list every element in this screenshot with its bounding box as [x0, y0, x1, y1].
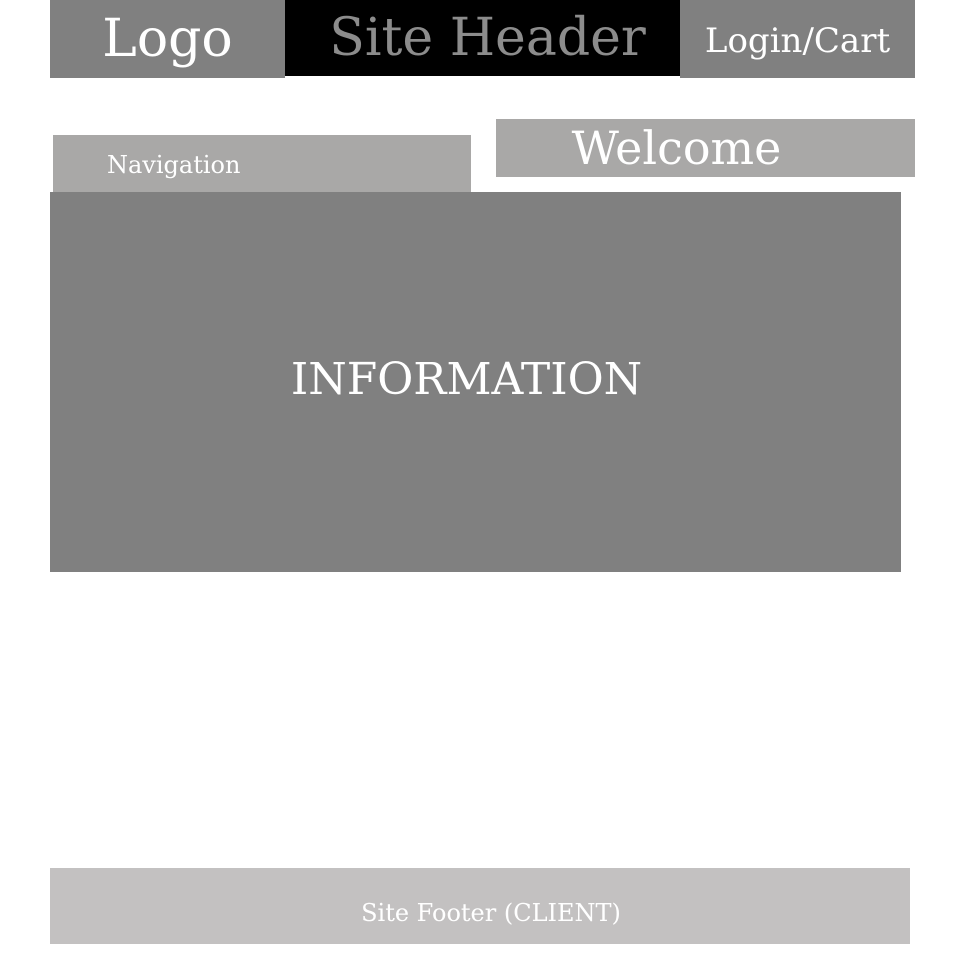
logo[interactable]: Logo	[50, 0, 285, 78]
site-header: Site Header	[285, 0, 680, 76]
login-cart-button[interactable]: Login/Cart	[680, 0, 915, 78]
site-header-title: Site Header	[329, 8, 646, 68]
logo-text: Logo	[102, 9, 233, 69]
footer-label: Site Footer (CLIENT)	[361, 899, 621, 927]
welcome-banner: Welcome	[496, 119, 915, 177]
site-footer: Site Footer (CLIENT)	[50, 868, 910, 944]
navigation-label: Navigation	[107, 151, 241, 179]
information-label: INFORMATION	[290, 353, 643, 405]
information-panel: INFORMATION	[50, 192, 901, 572]
login-cart-label: Login/Cart	[704, 21, 891, 61]
welcome-label: Welcome	[571, 121, 782, 175]
navigation-bar[interactable]: Navigation	[53, 135, 471, 193]
